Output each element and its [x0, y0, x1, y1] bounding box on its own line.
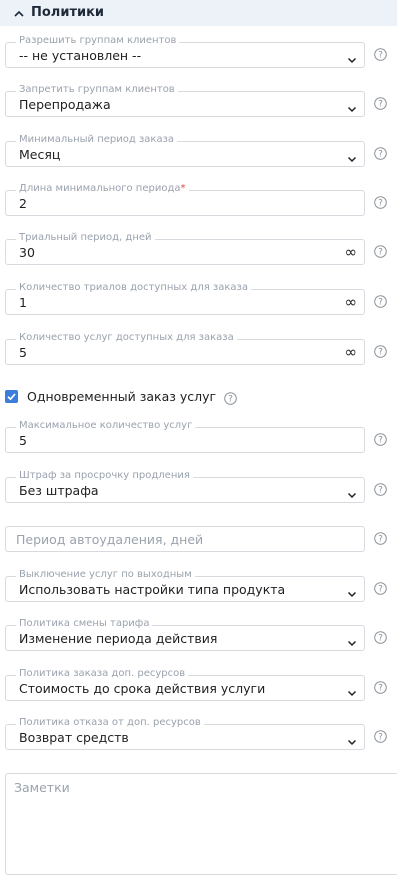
help-icon[interactable]: ?	[374, 433, 387, 446]
chevron-down-icon	[347, 633, 357, 647]
help-icon[interactable]: ?	[224, 390, 237, 405]
simultaneous-order-label[interactable]: Одновременный заказ услуг	[27, 389, 216, 404]
field-value: 30	[19, 245, 35, 260]
field-placeholder: Период автоудаления, дней	[16, 532, 204, 547]
trials-count-input[interactable]: Количество триалов доступных для заказа …	[5, 282, 365, 315]
svg-text:?: ?	[378, 634, 383, 644]
field-label: Минимальный период заказа	[16, 134, 178, 146]
field-label: Политика отказа от доп. ресурсов	[16, 717, 204, 729]
help-icon[interactable]: ?	[374, 295, 387, 308]
field-label: Политика заказа доп. ресурсов	[16, 668, 189, 680]
field-value: Использовать настройки типа продукта	[19, 582, 286, 597]
chevron-down-icon	[347, 584, 357, 598]
field-value: 1	[19, 295, 27, 310]
field-value: Изменение периода действия	[19, 631, 218, 646]
help-icon[interactable]: ?	[374, 48, 387, 61]
field-label: Штраф за просрочку продления	[16, 470, 193, 482]
notes-textarea[interactable]: Заметки	[5, 773, 397, 875]
field-label: Максимальное количество услуг	[16, 420, 196, 432]
svg-text:?: ?	[378, 535, 383, 545]
chevron-down-icon	[347, 99, 357, 113]
help-icon[interactable]: ?	[374, 245, 387, 258]
field-label: Количество услуг доступных для заказа	[16, 332, 237, 344]
field-label: Выключение услуг по выходным	[16, 569, 195, 581]
addon-refusal-select[interactable]: Политика отказа от доп. ресурсов Возврат…	[5, 717, 365, 750]
svg-text:?: ?	[378, 248, 383, 258]
svg-text:?: ?	[378, 199, 383, 209]
renewal-penalty-select[interactable]: Штраф за просрочку продления Без штрафа	[5, 470, 365, 503]
svg-text:?: ?	[378, 298, 383, 308]
infinity-icon[interactable]: ∞	[345, 344, 358, 360]
section-header-policies[interactable]: Политики	[0, 0, 397, 26]
svg-text:?: ?	[378, 348, 383, 358]
field-value: 2	[19, 196, 27, 211]
simultaneous-order-row: Одновременный заказ услуг ?	[5, 387, 237, 405]
required-mark: *	[180, 183, 186, 194]
field-value: Месяц	[19, 147, 61, 162]
field-label: Политика смены тарифа	[16, 618, 153, 630]
svg-text:?: ?	[378, 585, 383, 595]
field-value: 5	[19, 433, 27, 448]
svg-text:?: ?	[378, 684, 383, 694]
chevron-up-icon[interactable]	[12, 6, 26, 20]
trial-period-input[interactable]: Триальный период, дней 30 ∞	[5, 232, 365, 265]
help-icon[interactable]: ?	[374, 196, 387, 209]
help-icon[interactable]: ?	[374, 147, 387, 160]
help-icon[interactable]: ?	[374, 97, 387, 110]
chevron-down-icon	[347, 683, 357, 697]
help-icon[interactable]: ?	[374, 730, 387, 743]
svg-text:?: ?	[378, 436, 383, 446]
field-value: Без штрафа	[19, 483, 99, 498]
min-order-period-select[interactable]: Минимальный период заказа Месяц	[5, 134, 365, 167]
deny-groups-select[interactable]: Запретить группам клиентов Перепродажа	[5, 84, 365, 117]
chevron-down-icon	[347, 50, 357, 64]
field-value: 5	[19, 345, 27, 360]
chevron-down-icon	[347, 485, 357, 499]
field-label: Количество триалов доступных для заказа	[16, 282, 251, 294]
help-icon[interactable]: ?	[374, 681, 387, 694]
notes-placeholder: Заметки	[14, 780, 70, 795]
min-period-length-input[interactable]: Длина минимального периода* 2	[5, 183, 365, 216]
chevron-down-icon	[347, 732, 357, 746]
svg-text:?: ?	[378, 733, 383, 743]
field-label: Запретить группам клиентов	[16, 84, 178, 96]
svg-text:?: ?	[378, 51, 383, 61]
field-value: Возврат средств	[19, 730, 129, 745]
section-title: Политики	[31, 5, 105, 20]
help-icon[interactable]: ?	[374, 345, 387, 358]
simultaneous-order-checkbox[interactable]	[5, 389, 18, 403]
weekend-shutdown-select[interactable]: Выключение услуг по выходным Использоват…	[5, 569, 365, 602]
help-icon[interactable]: ?	[374, 483, 387, 496]
tariff-change-select[interactable]: Политика смены тарифа Изменение периода …	[5, 618, 365, 651]
field-value: -- не установлен --	[19, 48, 142, 63]
help-icon[interactable]: ?	[374, 631, 387, 644]
field-label: Триальный период, дней	[16, 232, 155, 244]
svg-text:?: ?	[378, 100, 383, 110]
help-icon[interactable]: ?	[374, 582, 387, 595]
field-value: Стоимость до срока действия услуги	[19, 681, 266, 696]
infinity-icon[interactable]: ∞	[345, 244, 358, 260]
autodelete-period-input[interactable]: Период автоудаления, дней	[5, 526, 365, 552]
services-count-input[interactable]: Количество услуг доступных для заказа 5 …	[5, 332, 365, 365]
chevron-down-icon	[347, 149, 357, 163]
svg-text:?: ?	[378, 150, 383, 160]
field-label: Разрешить группам клиентов	[16, 35, 180, 47]
help-icon[interactable]: ?	[374, 532, 387, 545]
max-services-input[interactable]: Максимальное количество услуг 5	[5, 420, 365, 453]
field-label: Длина минимального периода*	[16, 183, 189, 195]
addon-order-select[interactable]: Политика заказа доп. ресурсов Стоимость …	[5, 668, 365, 701]
allow-groups-select[interactable]: Разрешить группам клиентов -- не установ…	[5, 35, 365, 68]
svg-text:?: ?	[378, 486, 383, 496]
infinity-icon[interactable]: ∞	[345, 294, 358, 310]
field-value: Перепродажа	[19, 97, 111, 112]
svg-text:?: ?	[228, 394, 233, 404]
